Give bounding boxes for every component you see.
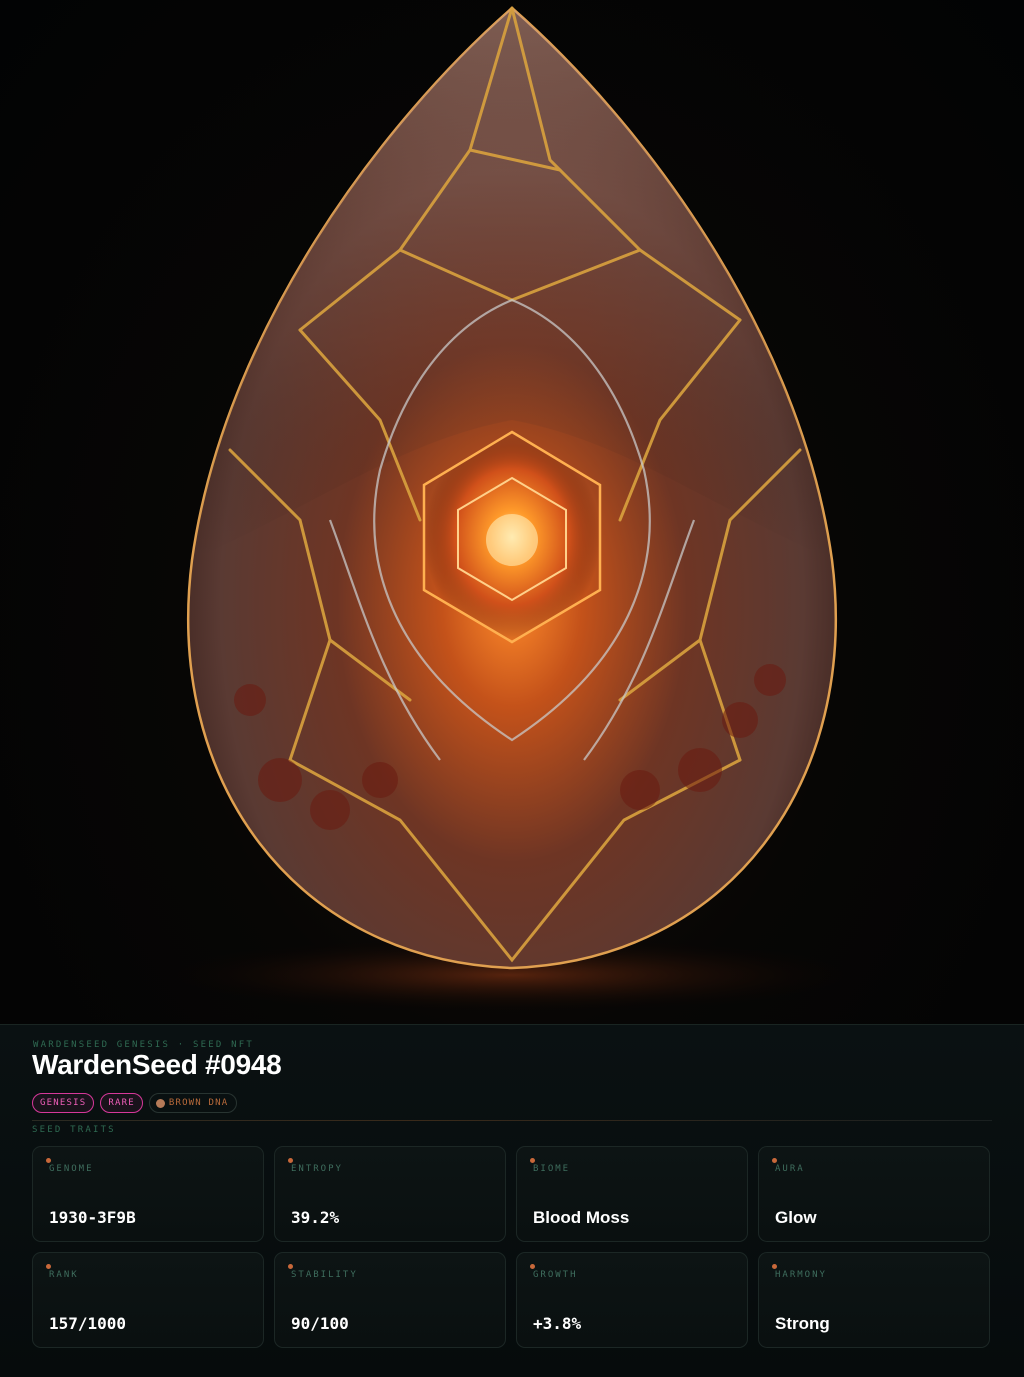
tag-dna-label: BROWN DNA (168, 1098, 229, 1108)
trait-dot-icon (288, 1264, 293, 1269)
trait-value: Glow (775, 1208, 817, 1227)
traits-section-label: SEED TRAITS (32, 1125, 116, 1135)
tag-rare-label: RARE (108, 1098, 135, 1108)
trait-dot-icon (530, 1158, 535, 1163)
trait-card-biome: BIOME Blood Moss (516, 1146, 748, 1242)
trait-dot-icon (46, 1158, 51, 1163)
trait-dot-icon (772, 1158, 777, 1163)
trait-label: ENTROPY (291, 1164, 343, 1174)
trait-label: GROWTH (533, 1270, 578, 1280)
trait-card-entropy: ENTROPY 39.2% (274, 1146, 506, 1242)
trait-value: 39.2% (291, 1208, 340, 1227)
tag-genesis[interactable]: GENESIS (32, 1093, 95, 1113)
trait-card-growth: GROWTH +3.8% (516, 1252, 748, 1348)
trait-label: AURA (775, 1164, 805, 1174)
trait-label: STABILITY (291, 1270, 358, 1280)
trait-value: 1930-3F9B (49, 1208, 136, 1227)
dna-color-dot-icon (155, 1098, 165, 1108)
nft-details-panel: WARDENSEED GENESIS · SEED NFT WardenSeed… (0, 1024, 1024, 1377)
trait-dot-icon (530, 1264, 535, 1269)
trait-card-rank: RANK 157/1000 (32, 1252, 264, 1348)
seed-artwork (0, 0, 1024, 1024)
trait-value: Blood Moss (533, 1208, 630, 1227)
nft-title: WardenSeed #0948 (32, 1049, 282, 1080)
trait-value: 90/100 (291, 1314, 349, 1333)
tag-dna[interactable]: BROWN DNA (148, 1093, 238, 1113)
trait-dot-icon (772, 1264, 777, 1269)
trait-label: BIOME (533, 1164, 571, 1174)
trait-label: RANK (49, 1270, 79, 1280)
trait-label: HARMONY (775, 1270, 827, 1280)
trait-card-aura: AURA Glow (758, 1146, 990, 1242)
trait-dot-icon (46, 1264, 51, 1269)
traits-grid: GENOME 1930-3F9B ENTROPY 39.2% BIOME Blo… (32, 1146, 993, 1348)
trait-value: +3.8% (533, 1314, 582, 1333)
trait-label: GENOME (49, 1164, 94, 1174)
tag-row: GENESIS RARE BROWN DNA (32, 1093, 238, 1115)
crystal-egg-image (130, 6, 890, 1015)
tag-rare[interactable]: RARE (100, 1093, 143, 1113)
divider (32, 1120, 992, 1121)
trait-card-genome: GENOME 1930-3F9B (32, 1146, 264, 1242)
trait-card-stability: STABILITY 90/100 (274, 1252, 506, 1348)
trait-value: Strong (775, 1314, 830, 1333)
trait-card-harmony: HARMONY Strong (758, 1252, 990, 1348)
trait-dot-icon (288, 1158, 293, 1163)
trait-value: 157/1000 (49, 1314, 127, 1333)
tag-genesis-label: GENESIS (40, 1098, 87, 1108)
